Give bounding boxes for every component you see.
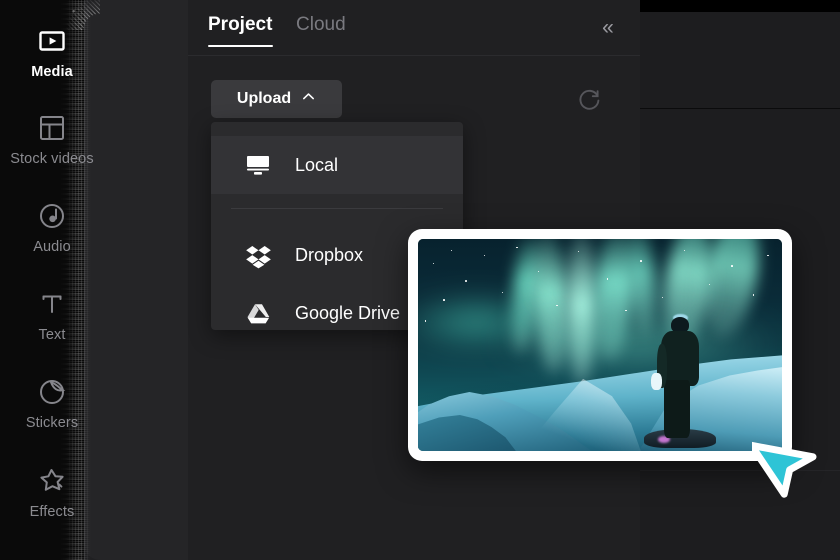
google-drive-icon — [243, 298, 273, 328]
tabs-bottom-rule — [188, 55, 640, 56]
refresh-icon[interactable] — [575, 85, 605, 115]
panel-horizontal-divider — [630, 108, 840, 109]
tab-project[interactable]: Project — [208, 14, 272, 36]
background-panel-topbar — [620, 0, 840, 12]
sidebar-item-media[interactable]: Media — [0, 26, 104, 80]
chevron-up-icon — [301, 89, 316, 109]
tab-active-underline — [208, 45, 273, 47]
snow-landscape — [418, 353, 782, 451]
sidebar-item-effects[interactable]: Effects — [0, 466, 104, 520]
menu-separator — [231, 208, 443, 209]
stars — [418, 239, 782, 370]
menu-item-label: Dropbox — [295, 244, 364, 265]
menu-item-label: Local — [295, 154, 339, 175]
app-root: Media Stock videos Audio Text Stickers E… — [0, 0, 840, 560]
collapse-panel-icon[interactable]: « — [592, 14, 624, 42]
tab-cloud[interactable]: Cloud — [296, 14, 346, 36]
mouse-pointer — [747, 428, 824, 500]
sparkle-star-icon — [37, 466, 67, 496]
layout-grid-icon — [37, 113, 67, 143]
sidebar-item-label: Text — [38, 327, 66, 343]
sticker-peel-icon — [37, 377, 67, 407]
text-t-icon — [37, 289, 67, 319]
monitor-icon — [243, 150, 273, 180]
panel-tabs: Project Cloud — [188, 0, 640, 56]
sidebar-item-label: Effects — [29, 504, 75, 520]
sidebar-item-label: Audio — [33, 239, 71, 255]
sidebar-item-text[interactable]: Text — [0, 289, 104, 343]
dropbox-icon — [243, 240, 273, 270]
menu-item-label: Google Drive — [295, 302, 401, 323]
sidebar-item-label: Stock videos — [10, 151, 94, 167]
person-silhouette — [644, 313, 717, 448]
upload-button-label: Upload — [236, 90, 292, 107]
menu-item-local[interactable]: Local — [211, 136, 463, 194]
sidebar-item-stickers[interactable]: Stickers — [0, 377, 104, 431]
media-thumbnail-card[interactable] — [408, 229, 792, 461]
sidebar-item-stock-videos[interactable]: Stock videos — [0, 113, 104, 167]
music-note-circle-icon — [37, 201, 67, 231]
sidebar-item-label: Media — [31, 64, 73, 80]
sidebar-item-audio[interactable]: Audio — [0, 201, 104, 255]
sidebar-item-label: Stickers — [25, 415, 79, 431]
media-play-rect-icon — [37, 26, 67, 56]
upload-button[interactable]: Upload — [211, 80, 342, 118]
aurora-thumbnail-image — [418, 239, 782, 451]
